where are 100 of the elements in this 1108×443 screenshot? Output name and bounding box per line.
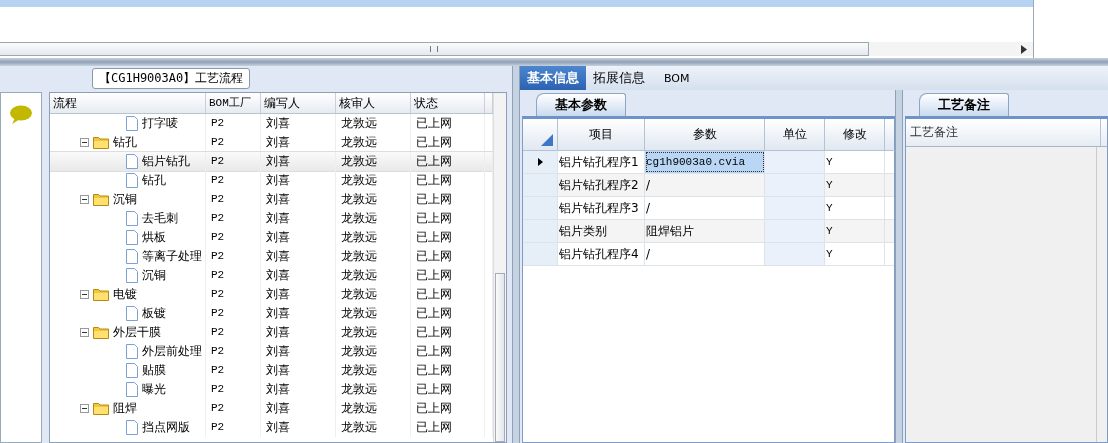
- table-cell: P2: [206, 209, 261, 228]
- collapse-icon[interactable]: [80, 328, 89, 337]
- folder-icon: [93, 136, 109, 149]
- tab[interactable]: 拓展信息: [586, 66, 652, 90]
- tab[interactable]: 基本参数: [536, 93, 626, 116]
- folder-icon: [93, 402, 109, 415]
- step-name: 钻孔: [113, 134, 137, 151]
- table-cell: P2: [206, 114, 261, 133]
- table-cell: 已上网: [411, 399, 485, 418]
- parameter-row[interactable]: 铝片钻孔程序1 cg1h9003a0.cvia Y: [523, 151, 894, 174]
- tree-row[interactable]: 外层前处理 P2 刘喜 龙敦远 已上网: [50, 342, 493, 361]
- table-cell: Y: [825, 220, 885, 242]
- table-cell[interactable]: cg1h9003a0.cvia: [645, 151, 765, 173]
- table-cell: Y: [825, 243, 885, 265]
- table-cell: 龙敦远: [336, 304, 411, 323]
- tree-row[interactable]: 曝光 P2 刘喜 龙敦远 已上网: [50, 380, 493, 399]
- table-cell: 铝片钻孔程序2: [558, 174, 645, 196]
- current-row-icon: [538, 158, 543, 166]
- tree-row[interactable]: 沉铜 P2 刘喜 龙敦远 已上网: [50, 190, 493, 209]
- table-cell: 刘喜: [261, 304, 336, 323]
- table-cell: 已上网: [411, 380, 485, 399]
- table-cell: 龙敦远: [336, 399, 411, 418]
- tree-row[interactable]: 烘板 P2 刘喜 龙敦远 已上网: [50, 228, 493, 247]
- table-cell: 龙敦远: [336, 380, 411, 399]
- tree-row[interactable]: 铝片钻孔 P2 刘喜 龙敦远 已上网: [50, 152, 493, 171]
- tree-row[interactable]: 等离子处理 P2 刘喜 龙敦远 已上网: [50, 247, 493, 266]
- table-cell: 已上网: [411, 418, 485, 437]
- table-cell: 已上网: [411, 190, 485, 209]
- document-icon: [126, 230, 138, 245]
- tab[interactable]: BOM: [652, 66, 702, 90]
- document-icon: [126, 249, 138, 264]
- document-icon: [126, 116, 138, 131]
- table-cell: 刘喜: [261, 285, 336, 304]
- document-icon: [126, 211, 138, 226]
- table-cell: P2: [206, 171, 261, 190]
- collapse-icon[interactable]: [80, 290, 89, 299]
- collapse-icon[interactable]: [80, 195, 89, 204]
- parameter-row[interactable]: 铝片类别 阻焊铝片 Y: [523, 220, 894, 243]
- column-header[interactable]: 项目: [558, 119, 645, 151]
- table-cell: 刘喜: [261, 190, 336, 209]
- table-cell: 龙敦远: [336, 285, 411, 304]
- tree-row[interactable]: 挡点网版 P2 刘喜 龙敦远 已上网: [50, 418, 493, 437]
- document-icon: [126, 344, 138, 359]
- column-header[interactable]: 编写人: [261, 93, 336, 113]
- table-cell: 刘喜: [261, 228, 336, 247]
- column-header[interactable]: 核审人: [336, 93, 411, 113]
- tree-row[interactable]: 外层干膜 P2 刘喜 龙敦远 已上网: [50, 323, 493, 342]
- group-title: 【CG1H9003A0】工艺流程: [92, 68, 251, 89]
- tree-row[interactable]: 钻孔 P2 刘喜 龙敦远 已上网: [50, 171, 493, 190]
- scroll-right-icon[interactable]: [1021, 44, 1027, 54]
- table-cell: 龙敦远: [336, 418, 411, 437]
- step-name: 烘板: [142, 229, 166, 246]
- table-cell: Y: [825, 174, 885, 196]
- document-icon: [126, 173, 138, 188]
- table-cell: 龙敦远: [336, 361, 411, 380]
- speech-bubble-icon[interactable]: [9, 105, 33, 125]
- table-cell: 刘喜: [261, 247, 336, 266]
- step-name: 沉铜: [113, 191, 137, 208]
- parameter-row[interactable]: 铝片钻孔程序4 / Y: [523, 243, 894, 266]
- column-header[interactable]: BOM工厂: [206, 93, 261, 113]
- table-cell: 已上网: [411, 228, 485, 247]
- table-cell: 刘喜: [261, 323, 336, 342]
- table-cell: 刘喜: [261, 209, 336, 228]
- horizontal-scrollbar[interactable]: [0, 42, 1033, 56]
- tree-row[interactable]: 去毛刺 P2 刘喜 龙敦远 已上网: [50, 209, 493, 228]
- parameter-row[interactable]: 铝片钻孔程序2 / Y: [523, 174, 894, 197]
- table-cell: 刘喜: [261, 114, 336, 133]
- tree-row[interactable]: 沉铜 P2 刘喜 龙敦远 已上网: [50, 266, 493, 285]
- table-cell: P2: [206, 418, 261, 437]
- tree-row[interactable]: 阻焊 P2 刘喜 龙敦远 已上网: [50, 399, 493, 418]
- step-name: 阻焊: [113, 400, 137, 417]
- table-cell: 已上网: [411, 304, 485, 323]
- table-cell: 刘喜: [261, 361, 336, 380]
- step-name: 板镀: [142, 305, 166, 322]
- tree-row[interactable]: 贴膜 P2 刘喜 龙敦远 已上网: [50, 361, 493, 380]
- tree-row[interactable]: 电镀 P2 刘喜 龙敦远 已上网: [50, 285, 493, 304]
- step-name: 打字唛: [142, 115, 178, 132]
- vertical-scrollbar[interactable]: [493, 93, 506, 442]
- table-cell: P2: [206, 380, 261, 399]
- tree-row[interactable]: 打字唛 P2 刘喜 龙敦远 已上网: [50, 114, 493, 133]
- table-cell: 龙敦远: [336, 152, 411, 171]
- splitter[interactable]: [895, 90, 903, 443]
- step-name: 钻孔: [142, 172, 166, 189]
- tab[interactable]: 基本信息: [520, 66, 586, 90]
- column-header[interactable]: 修改: [825, 119, 885, 151]
- tab[interactable]: 工艺备注: [919, 93, 1009, 116]
- tree-row[interactable]: 板镀 P2 刘喜 龙敦远 已上网: [50, 304, 493, 323]
- column-header[interactable]: 状态: [411, 93, 485, 113]
- table-cell: 刘喜: [261, 418, 336, 437]
- step-name: 沉铜: [142, 267, 166, 284]
- step-name: 铝片钻孔: [142, 153, 190, 170]
- document-icon: [126, 268, 138, 283]
- table-cell: 已上网: [411, 171, 485, 190]
- table-cell: P2: [206, 266, 261, 285]
- column-header[interactable]: 流程: [50, 93, 206, 113]
- corner-triangle-icon: [541, 134, 553, 146]
- collapse-icon[interactable]: [80, 138, 89, 147]
- table-cell: 龙敦远: [336, 209, 411, 228]
- table-cell: 已上网: [411, 209, 485, 228]
- collapse-icon[interactable]: [80, 404, 89, 413]
